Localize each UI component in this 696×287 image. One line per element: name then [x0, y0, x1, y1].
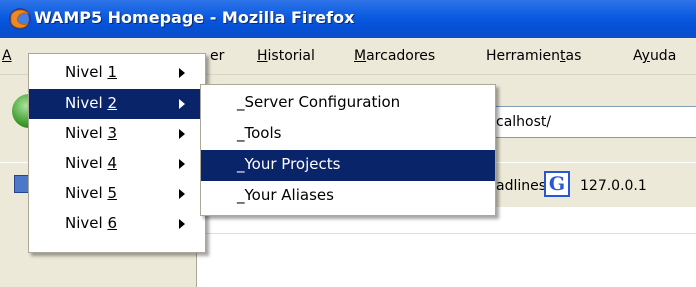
menu-item-nivel-3[interactable]: Nivel 3	[29, 119, 205, 149]
chevron-right-icon	[179, 189, 185, 199]
menu-item-nivel-5[interactable]: Nivel 5	[29, 179, 205, 209]
menu-item-nivel-2[interactable]: Nivel 2	[29, 89, 205, 119]
google-icon[interactable]: G	[544, 171, 570, 197]
menu-ayuda[interactable]: Ayuda	[633, 48, 676, 64]
chevron-right-icon	[179, 99, 185, 109]
url-text[interactable]: calhost/	[496, 114, 551, 130]
menu-item-server-configuration[interactable]: _Server Configuration	[201, 88, 495, 119]
menu-level-1: Nivel 1 Nivel 2 Nivel 3 Nivel 4 Nivel 5 …	[28, 53, 206, 253]
menu-item-your-aliases[interactable]: _Your Aliases	[201, 181, 495, 212]
bookmark-localhost[interactable]: 127.0.0.1	[580, 178, 647, 194]
menu-item-tools[interactable]: _Tools	[201, 119, 495, 150]
menu-marcadores[interactable]: Marcadores	[354, 48, 435, 64]
menu-historial[interactable]: Historial	[257, 48, 315, 64]
chevron-right-icon	[179, 68, 185, 78]
menu-ver[interactable]: er	[210, 48, 224, 64]
menu-archivo[interactable]: A	[2, 48, 12, 64]
chevron-right-icon	[179, 159, 185, 169]
menu-level-2: _Server Configuration _Tools _Your Proje…	[200, 84, 496, 216]
firefox-icon	[9, 8, 31, 30]
menu-item-nivel-4[interactable]: Nivel 4	[29, 149, 205, 179]
menu-item-your-projects[interactable]: _Your Projects	[201, 150, 495, 181]
chevron-right-icon	[179, 219, 185, 229]
bookmark-headlines[interactable]: adlines	[496, 178, 546, 194]
menu-item-nivel-6[interactable]: Nivel 6	[29, 209, 205, 239]
chevron-right-icon	[179, 129, 185, 139]
menu-item-nivel-1[interactable]: Nivel 1	[29, 58, 205, 89]
menu-herramientas[interactable]: Herramientas	[486, 48, 581, 64]
window-title: WAMP5 Homepage - Mozilla Firefox	[34, 8, 355, 27]
